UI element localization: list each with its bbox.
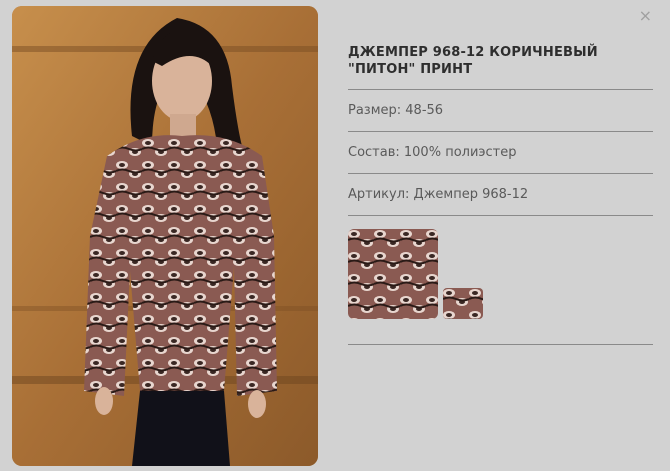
product-size: Размер: 48-56 [348, 90, 653, 132]
product-title: ДЖЕМПЕР 968-12 КОРИЧНЕВЫЙ "ПИТОН" ПРИНТ [348, 44, 653, 90]
thumbnail-large[interactable] [348, 229, 438, 319]
product-article: Артикул: Джемпер 968-12 [348, 174, 653, 216]
product-main-photo [12, 6, 318, 466]
close-icon[interactable]: × [639, 8, 652, 24]
product-info: ДЖЕМПЕР 968-12 КОРИЧНЕВЫЙ "ПИТОН" ПРИНТ … [348, 44, 653, 345]
thumbnail-small[interactable] [443, 288, 483, 319]
product-composition: Состав: 100% полиэстер [348, 132, 653, 174]
thumbnail-gallery [348, 216, 653, 345]
